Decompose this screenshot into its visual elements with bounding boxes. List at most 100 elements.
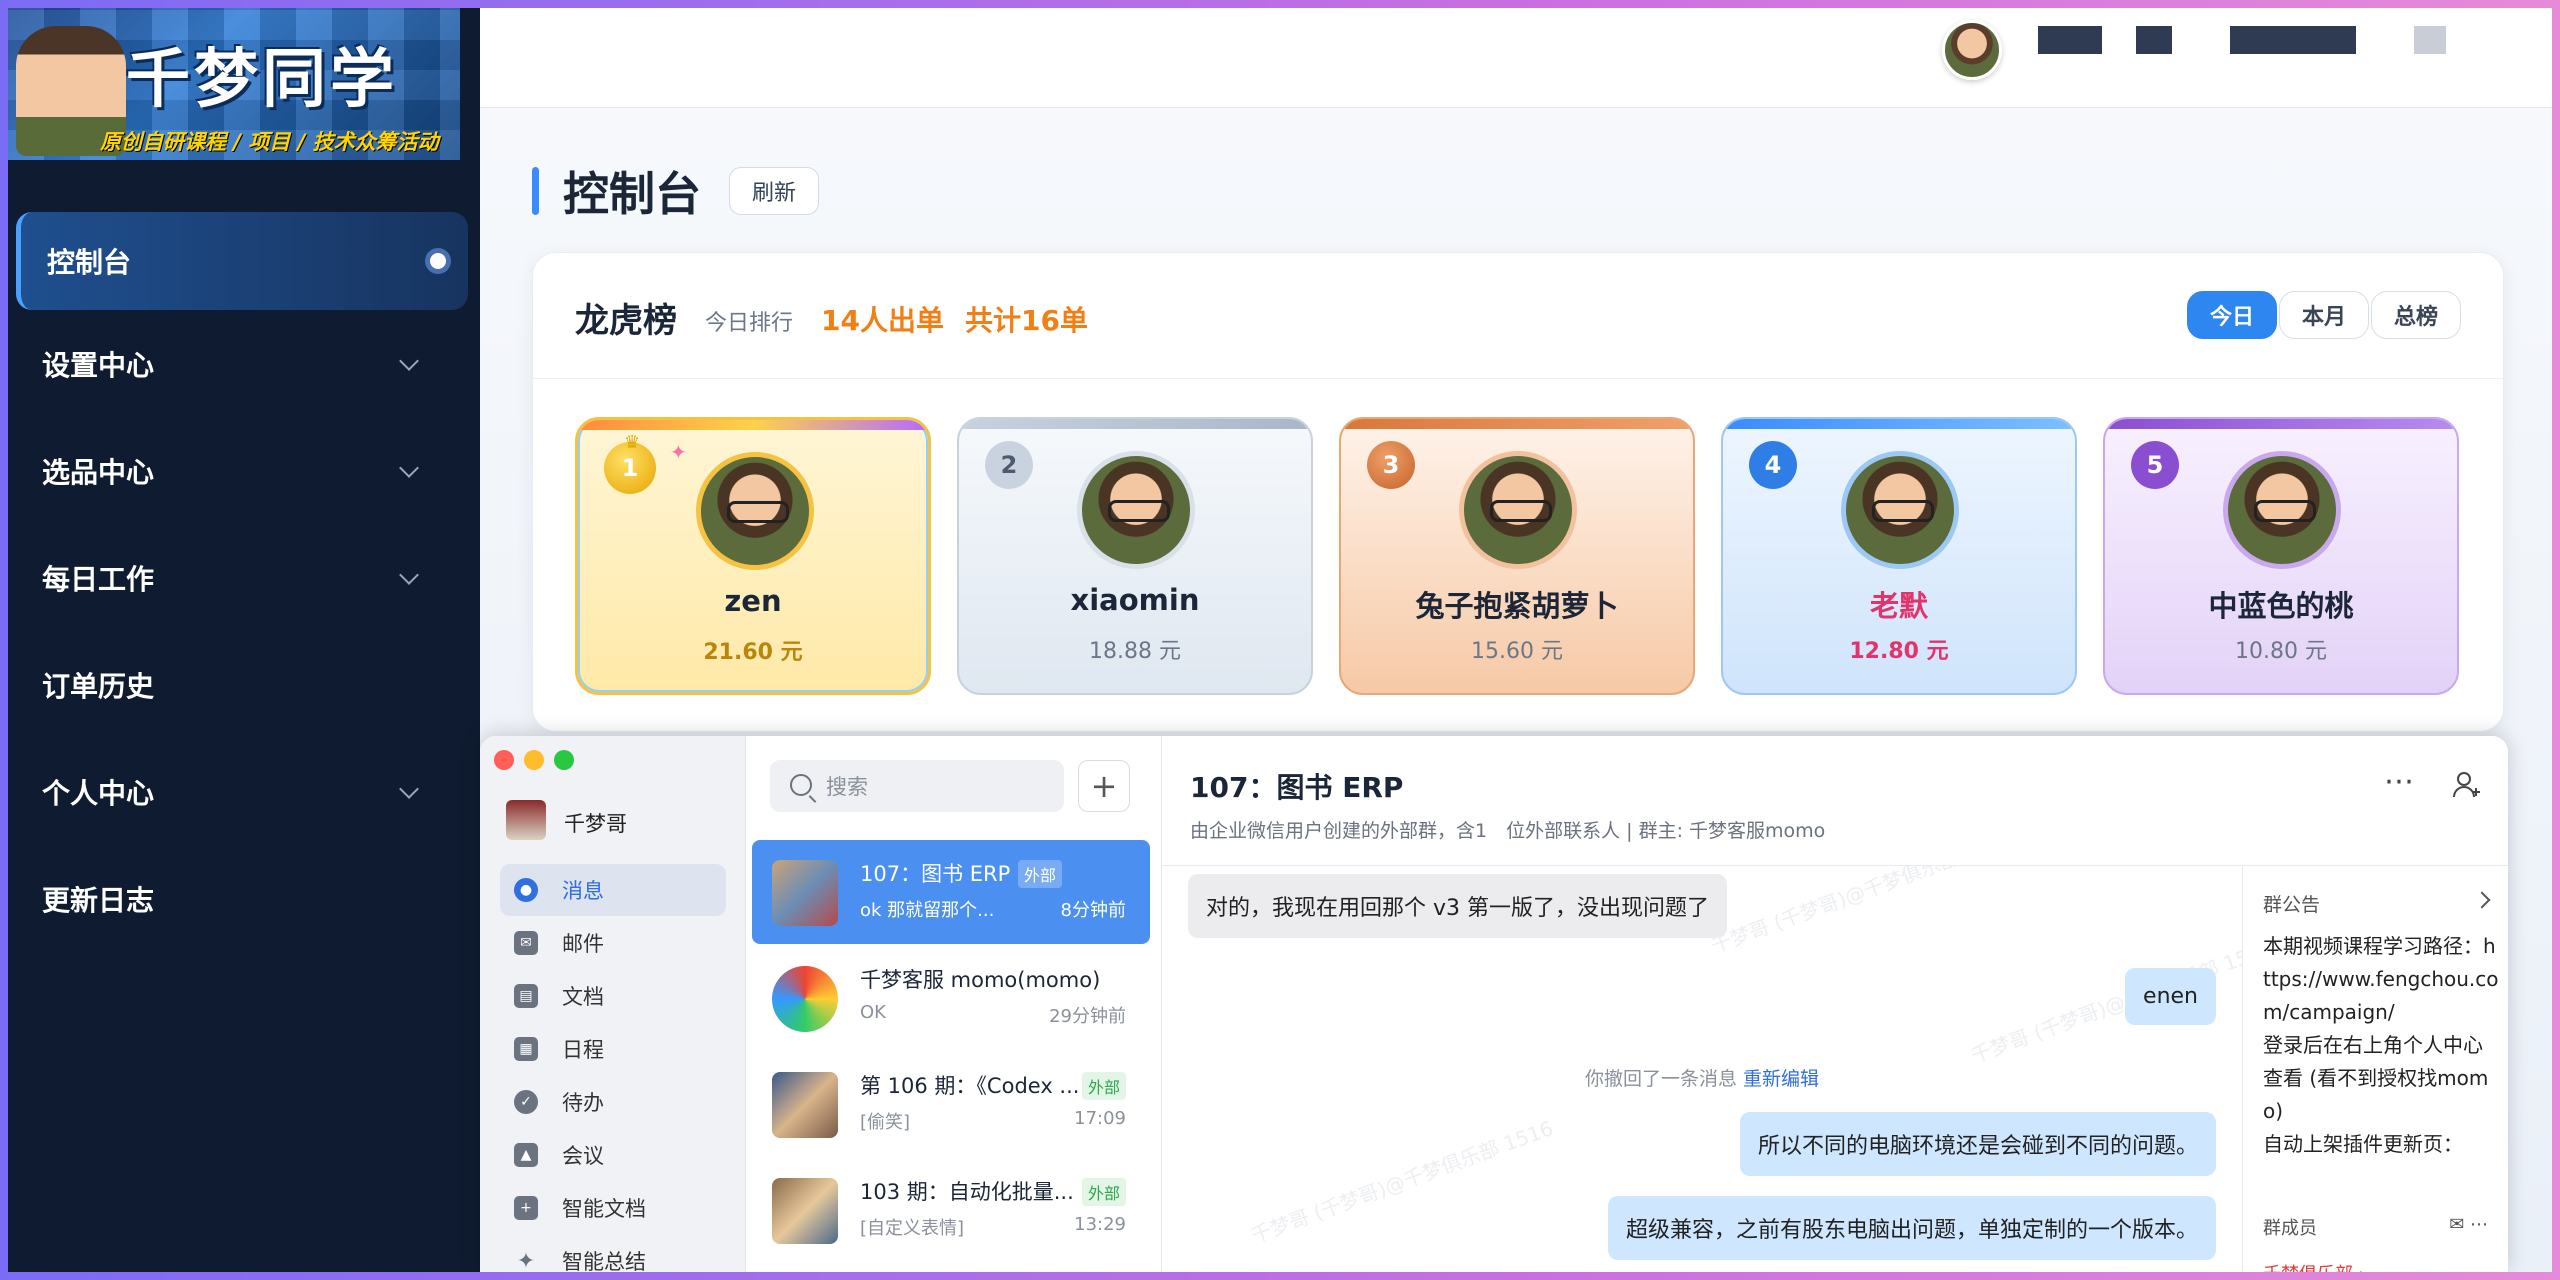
more-options-icon[interactable]: ✉ ⋯ — [2449, 1214, 2488, 1235]
conversation-preview: OK — [860, 1002, 886, 1023]
chat-nav-docs[interactable]: ▤ 文档 — [500, 970, 726, 1022]
list-item[interactable]: 107：图书 ERP 外部 ok 那就留那个... 8分钟前 — [752, 840, 1150, 944]
message-bubble-outgoing[interactable]: 所以不同的电脑环境还是会碰到不同的问题。 — [1739, 1112, 2216, 1176]
page-header: 控制台 刷新 — [532, 158, 820, 224]
sidebar: 千梦同学 原创自研课程 / 项目 / 技术众筹活动 控制台 设置中心 选品中心 … — [8, 8, 480, 1272]
group-avatar — [772, 1072, 838, 1138]
redacted-block — [2414, 26, 2446, 54]
logo-subtitle: 原创自研课程 / 项目 / 技术众筹活动 — [100, 130, 439, 154]
conversation-panel: 107：图书 ERP 由企业微信用户创建的外部群，含1 位外部联系人 | 群主:… — [1162, 736, 2508, 1272]
meeting-icon: ▲ — [514, 1143, 538, 1167]
rank-card-5[interactable]: 5 中蓝色的桃 10.80 元 — [2103, 417, 2459, 695]
sidebar-item-selection[interactable]: 选品中心 — [8, 417, 480, 524]
card-strip — [2105, 419, 2457, 429]
rank-card-2[interactable]: 2 xiaomin 18.88 元 — [957, 417, 1313, 695]
group-avatar — [772, 966, 838, 1032]
re-edit-link[interactable]: 重新编辑 — [1743, 1068, 1819, 1090]
chat-sidebar: 千梦哥 ● 消息 ✉ 邮件 ▤ 文档 ▦ 日程 ✓ 待办 ▲ 会议 + 智能文档 ✦ 智能总结 — [480, 736, 746, 1272]
sidebar-item-dashboard[interactable]: 控制台 — [16, 212, 468, 310]
sidebar-item-daily-work[interactable]: 每日工作 — [8, 524, 480, 631]
app-frame: 千梦同学 原创自研课程 / 项目 / 技术众筹活动 控制台 设置中心 选品中心 … — [8, 8, 2552, 1272]
leaderboard-subtitle: 今日排行 — [705, 311, 794, 336]
conversation-time: 17:09 — [1074, 1108, 1126, 1129]
rank-badge: 2 — [985, 441, 1033, 489]
chevron-right-icon[interactable] — [2473, 891, 2491, 909]
brand-logo[interactable]: 千梦同学 原创自研课程 / 项目 / 技术众筹活动 — [8, 8, 460, 160]
card-strip — [1723, 419, 2075, 429]
chevron-down-icon — [399, 779, 419, 799]
members-label[interactable]: 群成员 — [2263, 1214, 2317, 1240]
sidebar-nav: 控制台 设置中心 选品中心 每日工作 订单历史 个人中心 更新日志 — [8, 208, 480, 952]
tab-today[interactable]: 今日 — [2186, 291, 2277, 339]
list-item[interactable]: 千梦客服 momo(momo) OK 29分钟前 — [752, 946, 1150, 1050]
conversation-time: 29分钟前 — [1049, 1006, 1126, 1027]
chat-nav-messages[interactable]: ● 消息 — [500, 864, 726, 916]
list-item[interactable]: 103 期：自动化批量... 外部 [自定义表情] 13:29 — [752, 1158, 1150, 1262]
chat-nav-smart-summary[interactable]: ✦ 智能总结 — [500, 1235, 726, 1273]
avatar — [1459, 451, 1577, 569]
rank-amount: 12.80 元 — [1849, 639, 1949, 664]
rank-card-4[interactable]: 4 老默 12.80 元 — [1721, 417, 2077, 695]
chat-window: 千梦哥 ● 消息 ✉ 邮件 ▤ 文档 ▦ 日程 ✓ 待办 ▲ 会议 + 智能文档 ✦ 智能总结 … — [480, 736, 2508, 1272]
sidebar-item-order-history[interactable]: 订单历史 — [8, 631, 480, 738]
maximize-window-button[interactable] — [554, 750, 574, 770]
card-strip — [578, 420, 928, 430]
redacted-block — [2038, 26, 2102, 54]
message-bubble-incoming[interactable]: 对的，我现在用回那个 v3 第一版了，没出现问题了 — [1188, 874, 1728, 938]
rank-card-3[interactable]: 3 兔子抱紧胡萝卜 15.60 元 — [1339, 417, 1695, 695]
add-button[interactable]: + — [1078, 760, 1130, 812]
club-link[interactable]: 千梦俱乐部 › — [2263, 1260, 2366, 1272]
chat-nav-calendar[interactable]: ▦ 日程 — [500, 1023, 726, 1075]
avatar — [1841, 451, 1959, 569]
rank-badge: 5 — [2131, 441, 2179, 489]
tab-month[interactable]: 本月 — [2278, 291, 2369, 339]
add-member-icon[interactable] — [2452, 770, 2482, 800]
logo-title: 千梦同学 — [126, 42, 398, 117]
external-badge: 外部 — [1081, 1178, 1126, 1206]
sidebar-item-settings[interactable]: 设置中心 — [8, 310, 480, 417]
rank-name: zen — [724, 584, 782, 618]
chat-nav-meeting[interactable]: ▲ 会议 — [500, 1129, 726, 1181]
sidebar-item-profile[interactable]: 个人中心 — [8, 738, 480, 845]
chat-user-name: 千梦哥 — [564, 812, 627, 836]
minimize-window-button[interactable] — [524, 750, 544, 770]
search-input[interactable]: 搜索 — [770, 760, 1064, 812]
rank-name: 中蓝色的桃 — [2208, 589, 2354, 623]
conversation-header-subtitle: 由企业微信用户创建的外部群，含1 位外部联系人 | 群主: 千梦客服momo — [1190, 820, 1826, 842]
system-message: 你撤回了一条消息 重新编辑 — [1162, 1064, 2242, 1091]
chat-nav-label: 文档 — [562, 985, 604, 1009]
smart-doc-icon: + — [514, 1196, 538, 1220]
avatar[interactable] — [506, 800, 546, 840]
rank-name: 兔子抱紧胡萝卜 — [1415, 589, 1619, 623]
conversation-preview: [偷笑] — [860, 1112, 911, 1133]
message-bubble-outgoing[interactable]: enen — [2125, 968, 2216, 1025]
sidebar-item-label: 订单历史 — [42, 669, 155, 703]
rank-name: 老默 — [1869, 589, 1928, 623]
group-avatar — [772, 1178, 838, 1244]
chevron-down-icon — [399, 565, 419, 585]
chat-nav-mail[interactable]: ✉ 邮件 — [500, 917, 726, 969]
conversation-title: 107：图书 ERP — [860, 862, 1011, 886]
chat-nav-todo[interactable]: ✓ 待办 — [500, 1076, 726, 1128]
conversation-title: 103 期：自动化批量... — [860, 1180, 1074, 1204]
rank-card-1[interactable]: 1 ♛ ✦ zen 21.60 元 — [575, 417, 931, 695]
tab-all-time[interactable]: 总榜 — [2370, 291, 2461, 339]
title-accent-bar — [532, 167, 539, 215]
conversation-title: 第 106 期：《Codex ... — [860, 1074, 1080, 1098]
list-item[interactable]: 第 106 期：《Codex ... 外部 [偷笑] 17:09 — [752, 1052, 1150, 1156]
sidebar-item-changelog[interactable]: 更新日志 — [8, 845, 480, 952]
conversation-time: 13:29 — [1074, 1214, 1126, 1235]
recall-notice: 你撤回了一条消息 — [1584, 1068, 1737, 1090]
refresh-button[interactable]: 刷新 — [729, 167, 820, 215]
user-avatar[interactable] — [1942, 20, 2002, 80]
leaderboard-title: 龙虎榜 — [575, 301, 677, 341]
chat-nav-label: 待办 — [562, 1091, 604, 1115]
chat-nav-label: 日程 — [562, 1038, 604, 1062]
message-bubble-outgoing[interactable]: 超级兼容，之前有股东电脑出问题，单独定制的一个版本。 — [1607, 1196, 2216, 1260]
external-badge: 外部 — [1018, 860, 1063, 888]
chat-nav-smart-doc[interactable]: + 智能文档 — [500, 1182, 726, 1234]
search-icon — [790, 774, 812, 796]
close-window-button[interactable] — [494, 750, 514, 770]
message-icon: ● — [514, 878, 538, 902]
more-options-icon[interactable]: ⋯ — [2384, 764, 2416, 799]
